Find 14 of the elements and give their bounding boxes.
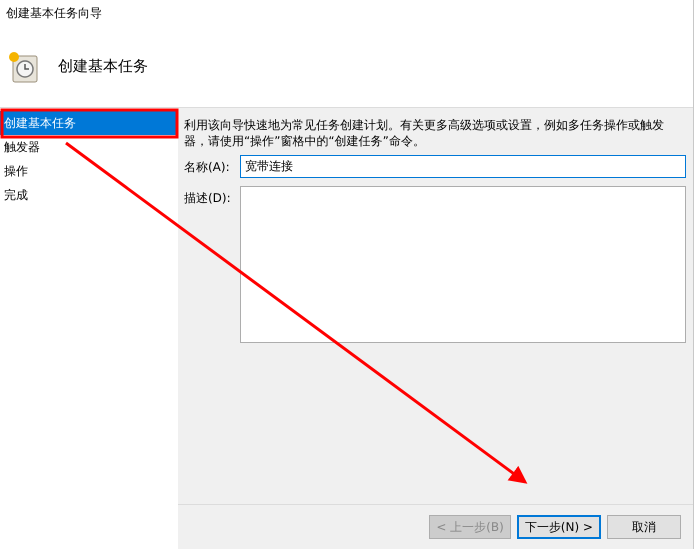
description-field[interactable]: [240, 186, 686, 343]
wizard-button[interactable]: 取消: [607, 515, 681, 539]
window-title: 创建基本任务向导: [6, 4, 102, 22]
intro-text: 利用该向导快速地为常见任务创建计划。有关更多高级选项或设置，例如多任务操作或触发器，请使用“操作”窗格中的“创建任务”命令。: [184, 117, 665, 149]
sidebar-item[interactable]: 完成: [0, 183, 178, 207]
sidebar-item[interactable]: 触发器: [0, 135, 178, 159]
wizard-title: 创建基本任务: [58, 57, 148, 76]
scheduled-task-icon: [8, 50, 38, 82]
field-label: 名称(A):: [184, 159, 231, 176]
field-label: 描述(D):: [184, 190, 232, 207]
name-field[interactable]: 宽带连接: [240, 155, 686, 178]
wizard-button[interactable]: 下一步(N) >: [516, 515, 601, 539]
sidebar-item[interactable]: 创建基本任务: [0, 111, 178, 135]
sidebar-item[interactable]: 操作: [0, 159, 178, 183]
